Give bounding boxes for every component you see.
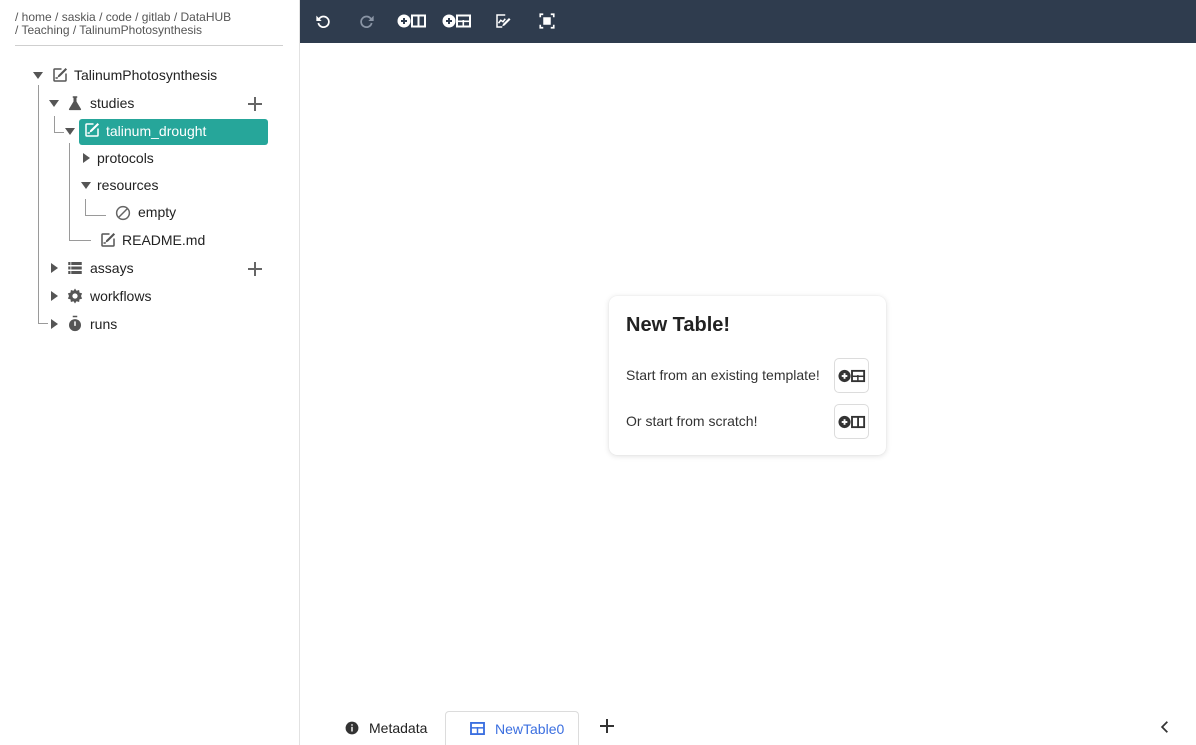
tree-guide-line [38, 323, 48, 324]
gear-icon [66, 287, 84, 305]
breadcrumb-saskia[interactable]: saskia [62, 10, 96, 24]
add-tab-button[interactable] [600, 719, 614, 733]
main-content: New Table! Start from an existing templa… [300, 43, 1196, 703]
undo-button[interactable] [312, 10, 334, 32]
fit-screen-button[interactable] [537, 10, 557, 32]
expand-caret-icon[interactable] [49, 100, 59, 107]
collapse-button[interactable] [1158, 720, 1172, 734]
tree-item-resources[interactable]: resources [97, 176, 158, 194]
tab-metadata[interactable]: Metadata [345, 711, 427, 745]
fit-screen-icon [539, 13, 555, 29]
sidebar: / home / saskia / code / gitlab / DataHU… [0, 0, 300, 745]
tree-guide-line [69, 143, 70, 240]
timer-icon [66, 315, 84, 333]
tree-guide-line [85, 199, 86, 215]
tab-metadata-label: Metadata [369, 720, 428, 736]
add-study-button[interactable] [248, 97, 262, 111]
edit-annotation-button[interactable] [493, 10, 513, 32]
add-template-button[interactable] [442, 10, 472, 32]
template-text: Start from an existing template! [626, 367, 820, 383]
breadcrumb-datahub[interactable]: DataHUB [181, 10, 232, 24]
expand-caret-icon[interactable] [83, 153, 90, 163]
file-tree: TalinumPhotosynthesis studies talinum_dr… [0, 60, 300, 360]
expand-caret-icon[interactable] [51, 263, 58, 273]
tree-item-protocols[interactable]: protocols [97, 149, 154, 167]
edit-note-icon [51, 66, 69, 84]
info-icon [345, 721, 359, 735]
start-from-template-button[interactable] [834, 358, 869, 393]
breadcrumb-line-2: / Teaching / TalinumPhotosynthesis [15, 23, 203, 37]
tree-guide-line [54, 132, 64, 133]
tree-guide-line [54, 116, 55, 132]
expand-caret-icon[interactable] [51, 319, 58, 329]
breadcrumb-code[interactable]: code [106, 10, 132, 24]
undo-icon [316, 15, 330, 28]
tree-item-studies[interactable]: studies [90, 94, 134, 112]
add-table-button[interactable] [397, 10, 427, 32]
add-table-icon [837, 415, 865, 428]
edit-note-icon [83, 121, 101, 139]
card-title: New Table! [626, 314, 731, 336]
edit-note-icon [99, 231, 117, 249]
tree-item-workflows[interactable]: workflows [90, 287, 151, 305]
breadcrumb-teaching[interactable]: Teaching [21, 23, 69, 37]
expand-caret-icon[interactable] [81, 182, 91, 189]
tab-newtable0[interactable]: NewTable0 [445, 711, 579, 745]
tree-item-runs[interactable]: runs [90, 315, 117, 333]
breadcrumb-talinumphotosynthesis[interactable]: TalinumPhotosynthesis [79, 23, 202, 37]
add-template-icon [442, 14, 471, 28]
sheet-tabs: Metadata NewTable0 [300, 703, 1196, 745]
breadcrumb-home[interactable]: home [22, 10, 52, 24]
chevron-left-icon [1160, 721, 1168, 733]
flask-icon [66, 94, 84, 112]
tree-item-empty[interactable]: empty [138, 203, 176, 221]
tree-guide-line [38, 85, 39, 323]
tab-newtable0-label: NewTable0 [495, 720, 565, 737]
expand-caret-icon[interactable] [65, 128, 75, 135]
tree-item-assays[interactable]: assays [90, 259, 134, 277]
redo-icon [360, 15, 374, 28]
table-icon [470, 722, 485, 735]
start-from-scratch-button[interactable] [834, 404, 869, 439]
add-table-icon [397, 14, 426, 28]
tree-item-readme[interactable]: README.md [122, 231, 205, 249]
breadcrumb-gitlab[interactable]: gitlab [142, 10, 171, 24]
block-icon [114, 204, 132, 222]
redo-button[interactable] [356, 10, 378, 32]
tree-guide-line [85, 215, 106, 216]
new-table-card: New Table! Start from an existing templa… [609, 296, 886, 455]
tree-item-root[interactable]: TalinumPhotosynthesis [74, 66, 217, 84]
app-window: / home / saskia / code / gitlab / DataHU… [0, 0, 1196, 745]
expand-caret-icon[interactable] [51, 291, 58, 301]
expand-caret-icon[interactable] [33, 72, 43, 79]
edit-annotation-icon [496, 14, 511, 28]
toolbar [300, 0, 1196, 43]
list-icon [66, 259, 84, 277]
tree-item-talinum-drought[interactable]: talinum_drought [106, 122, 206, 140]
breadcrumb: / home / saskia / code / gitlab / DataHU… [15, 11, 283, 46]
add-assay-button[interactable] [248, 262, 262, 276]
scratch-text: Or start from scratch! [626, 413, 758, 429]
add-template-icon [837, 369, 865, 382]
tree-guide-line [69, 240, 91, 241]
